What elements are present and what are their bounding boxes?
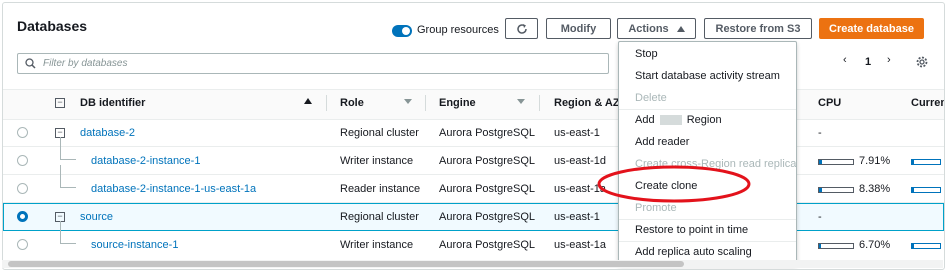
db-identifier-link[interactable]: source — [80, 211, 113, 223]
row-radio[interactable] — [17, 127, 28, 138]
tree-line — [60, 137, 61, 159]
tree-line — [60, 165, 61, 187]
menu-item-delete: Delete — [635, 92, 667, 104]
engine-cell: Aurora PostgreSQL — [439, 183, 535, 195]
menu-item-add-replica-auto-scaling[interactable]: Add replica auto scaling — [635, 246, 752, 258]
cpu-cell: 6.70% — [859, 239, 891, 251]
caret-up-icon — [676, 25, 685, 32]
table-row[interactable]: database-2-instance-1 Writer instance Au… — [3, 137, 944, 175]
group-resources-label: Group resources — [417, 24, 499, 36]
sort-icon[interactable] — [404, 99, 412, 104]
current-bar — [911, 243, 941, 249]
tree-line — [60, 243, 76, 244]
page-number[interactable]: 1 — [865, 56, 871, 68]
row-radio[interactable] — [17, 239, 28, 250]
sort-icon[interactable] — [517, 99, 525, 104]
role-cell: Regional cluster — [340, 127, 419, 139]
previous-page-icon[interactable]: ‹ — [843, 54, 847, 66]
column-current[interactable]: Curren — [911, 97, 944, 109]
tree-line — [60, 221, 61, 243]
menu-item-restore-point-in-time[interactable]: Restore to point in time — [635, 224, 748, 236]
db-identifier-link[interactable]: database-2-instance-1 — [91, 155, 200, 167]
region-cell: us-east-1 — [554, 127, 600, 139]
menu-divider — [619, 219, 796, 220]
actions-button[interactable]: Actions — [617, 18, 696, 39]
db-identifier-link[interactable]: database-2-instance-1-us-east-1a — [91, 183, 256, 195]
current-bar — [911, 187, 941, 193]
db-identifier-link[interactable]: source-instance-1 — [91, 239, 178, 251]
gear-icon[interactable] — [915, 55, 929, 74]
filter-placeholder: Filter by databases — [43, 58, 128, 69]
modify-button[interactable]: Modify — [546, 18, 611, 39]
cpu-bar — [818, 159, 854, 165]
column-role[interactable]: Role — [340, 97, 364, 109]
menu-item-start-activity-stream[interactable]: Start database activity stream — [635, 70, 780, 82]
role-cell: Regional cluster — [340, 211, 419, 223]
cpu-bar — [818, 243, 854, 249]
restore-from-s3-button[interactable]: Restore from S3 — [704, 18, 812, 39]
menu-item-stop[interactable]: Stop — [635, 48, 658, 60]
next-page-icon[interactable]: › — [887, 54, 891, 66]
column-divider — [539, 95, 540, 111]
row-radio-selected[interactable] — [17, 211, 28, 222]
engine-cell: Aurora PostgreSQL — [439, 127, 535, 139]
actions-button-label: Actions — [628, 22, 669, 35]
tree-line — [60, 159, 76, 160]
filter-input[interactable]: Filter by databases — [17, 53, 609, 74]
region-cell: us-east-1a — [554, 239, 606, 251]
page-title: Databases — [17, 18, 88, 34]
tree-line — [60, 187, 76, 188]
table-row[interactable]: source-instance-1 Writer instance Aurora… — [3, 221, 944, 259]
engine-cell: Aurora PostgreSQL — [439, 155, 535, 167]
column-divider — [326, 95, 327, 111]
table-row-selected[interactable]: − source Regional cluster Aurora Postgre… — [3, 203, 944, 231]
column-engine[interactable]: Engine — [439, 97, 476, 109]
db-identifier-link[interactable]: database-2 — [80, 127, 135, 139]
menu-divider — [619, 109, 796, 110]
cpu-cell: - — [818, 211, 822, 223]
create-database-button[interactable]: Create database — [819, 18, 924, 39]
sort-ascending-icon[interactable] — [304, 98, 312, 104]
cpu-bar — [818, 187, 854, 193]
refresh-button[interactable] — [505, 18, 538, 39]
table-row[interactable]: database-2-instance-1-us-east-1a Reader … — [3, 165, 944, 203]
row-radio[interactable] — [17, 155, 28, 166]
engine-cell: Aurora PostgreSQL — [439, 239, 535, 251]
row-radio[interactable] — [17, 183, 28, 194]
group-resources-toggle[interactable] — [392, 25, 412, 37]
role-cell: Reader instance — [340, 183, 421, 195]
refresh-icon — [516, 23, 527, 34]
databases-panel: Databases Group resources Modify Actions… — [2, 2, 945, 270]
menu-item-add-region[interactable]: Add Region — [635, 114, 722, 126]
annotation-ellipse — [597, 165, 751, 203]
column-region-az[interactable]: Region & AZ — [554, 97, 620, 109]
menu-item-add-reader[interactable]: Add reader — [635, 136, 689, 148]
actions-menu: Stop Start database activity stream Dele… — [618, 41, 797, 265]
scrollbar-thumb[interactable] — [8, 261, 684, 267]
table-row[interactable]: − database-2 Regional cluster Aurora Pos… — [3, 119, 944, 147]
region-cell: us-east-1 — [554, 211, 600, 223]
role-cell: Writer instance — [340, 155, 414, 167]
search-icon — [25, 58, 36, 69]
column-divider — [425, 95, 426, 111]
column-cpu[interactable]: CPU — [818, 97, 841, 109]
engine-cell: Aurora PostgreSQL — [439, 211, 535, 223]
column-db-identifier[interactable]: DB identifier — [80, 97, 145, 109]
cpu-cell: 7.91% — [859, 155, 891, 167]
redacted-text — [659, 115, 682, 126]
cpu-cell: 8.38% — [859, 183, 891, 195]
current-bar — [911, 159, 941, 165]
collapse-all-icon[interactable]: − — [55, 98, 65, 108]
menu-divider — [619, 241, 796, 242]
cpu-cell: - — [818, 127, 822, 139]
role-cell: Writer instance — [340, 239, 414, 251]
horizontal-scrollbar[interactable] — [2, 260, 943, 268]
menu-item-add-region-suffix: Region — [686, 114, 722, 126]
menu-item-add-region-prefix: Add — [635, 114, 655, 126]
